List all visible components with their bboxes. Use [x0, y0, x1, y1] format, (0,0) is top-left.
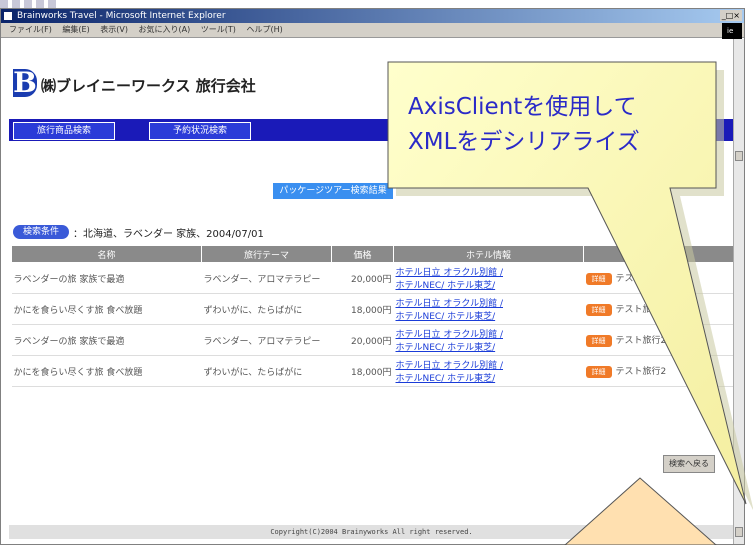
col-header-name: 名称 — [11, 245, 202, 263]
cell-theme: ラベンダー、アロマテラピー — [201, 262, 332, 294]
tour-name: テスト旅行1 — [615, 274, 667, 284]
window-controls[interactable]: _□× — [719, 10, 742, 21]
cell-name: ラベンダーの旅 家族で最適 — [11, 324, 202, 356]
table-row: かにを食らい尽くす旅 食べ放題 ずわいがに、たらばがに 18,000円 ホテル日… — [11, 293, 735, 325]
table-row: かにを食らい尽くす旅 食べ放題 ずわいがに、たらばがに 18,000円 ホテル日… — [11, 355, 735, 387]
scroll-up-button[interactable] — [735, 151, 743, 161]
cell-tour: 詳細 テスト旅行1 — [583, 293, 735, 325]
scroll-down-button[interactable] — [735, 527, 743, 537]
callout-text: AxisClientを使用して XMLをデシリアライズ — [388, 84, 714, 188]
detail-button[interactable]: 詳細 — [585, 335, 612, 347]
cell-price: 20,000円 — [331, 324, 394, 356]
detail-button[interactable]: 詳細 — [585, 273, 612, 285]
tour-name: テスト旅行2 — [615, 367, 667, 377]
table-header-row: 名称 旅行テーマ 価格 ホテル情報 ツアー — [11, 245, 735, 263]
cell-price: 18,000円 — [331, 355, 394, 387]
results-table: 名称 旅行テーマ 価格 ホテル情報 ツアー ラベンダーの旅 家族で最適 ラベンダ… — [11, 245, 735, 387]
cell-tour: 詳細 テスト旅行2 — [583, 355, 735, 387]
cell-price: 18,000円 — [331, 293, 394, 325]
detail-button[interactable]: 詳細 — [585, 304, 612, 316]
col-header-tour: ツアー — [583, 245, 735, 263]
cell-hotels: ホテル日立 オラクル別館 / ホテルNEC/ ホテル東芝/ — [393, 293, 584, 325]
col-header-hotel: ホテル情報 — [393, 245, 584, 263]
col-header-theme: 旅行テーマ — [201, 245, 332, 263]
hotel-link[interactable]: ホテルNEC/ ホテル東芝/ — [396, 312, 496, 322]
hotel-link[interactable]: ホテル日立 オラクル別館 / — [396, 361, 504, 371]
page-footer: Copyright(C)2004 Brainyworks All right r… — [9, 525, 734, 539]
detail-button[interactable]: 詳細 — [585, 366, 612, 378]
slide-decoration — [0, 0, 60, 8]
cell-theme: ラベンダー、アロマテラピー — [201, 324, 332, 356]
callout-line-1: AxisClientを使用して — [408, 94, 637, 120]
cell-hotels: ホテル日立 オラクル別館 / ホテルNEC/ ホテル東芝/ — [393, 262, 584, 294]
cell-price: 20,000円 — [331, 262, 394, 294]
hotel-link[interactable]: ホテル日立 オラクル別館 / — [396, 330, 504, 340]
ie-icon — [4, 12, 12, 20]
cell-name: かにを食らい尽くす旅 食べ放題 — [11, 293, 202, 325]
tab-travel-search[interactable]: 旅行商品検索 — [13, 122, 115, 140]
cell-hotels: ホテル日立 オラクル別館 / ホテルNEC/ ホテル東芝/ — [393, 324, 584, 356]
tour-name: テスト旅行2 — [615, 336, 667, 346]
callout-line-2: XMLをデシリアライズ — [408, 129, 640, 155]
menu-edit[interactable]: 編集(E) — [62, 25, 89, 34]
hotel-link[interactable]: ホテルNEC/ ホテル東芝/ — [396, 281, 496, 291]
hotel-link[interactable]: ホテル日立 オラクル別館 / — [396, 268, 504, 278]
menu-help[interactable]: ヘルプ(H) — [246, 25, 282, 34]
package-results-button[interactable]: パッケージツアー検索結果 — [273, 183, 393, 199]
cell-tour: 詳細 テスト旅行2 — [583, 324, 735, 356]
menu-bar: ファイル(F) 編集(E) 表示(V) お気に入り(A) ツール(T) ヘルプ(… — [1, 23, 744, 38]
cell-tour: 詳細 テスト旅行1 — [583, 262, 735, 294]
col-header-price: 価格 — [331, 245, 394, 263]
menu-favorites[interactable]: お気に入り(A) — [139, 25, 191, 34]
condition-badge: 検索条件 — [13, 225, 69, 239]
condition-text: ：北海道、ラベンダー 家族、2004/07/01 — [73, 229, 264, 240]
vertical-scrollbar[interactable] — [733, 39, 744, 544]
cell-hotels: ホテル日立 オラクル別館 / ホテルNEC/ ホテル東芝/ — [393, 355, 584, 387]
tab-reservation-search[interactable]: 予約状況検索 — [149, 122, 251, 140]
table-row: ラベンダーの旅 家族で最適 ラベンダー、アロマテラピー 20,000円 ホテル日… — [11, 324, 735, 356]
cell-name: ラベンダーの旅 家族で最適 — [11, 262, 202, 294]
table-row: ラベンダーの旅 家族で最適 ラベンダー、アロマテラピー 20,000円 ホテル日… — [11, 262, 735, 294]
hotel-link[interactable]: ホテルNEC/ ホテル東芝/ — [396, 374, 496, 384]
tour-name: テスト旅行1 — [615, 305, 667, 315]
browser-titlebar: Brainworks Travel - Microsoft Internet E… — [1, 9, 744, 23]
cell-theme: ずわいがに、たらばがに — [201, 355, 332, 387]
cell-theme: ずわいがに、たらばがに — [201, 293, 332, 325]
hotel-link[interactable]: ホテル日立 オラクル別館 / — [396, 299, 504, 309]
menu-view[interactable]: 表示(V) — [100, 25, 128, 34]
window-title: Brainworks Travel - Microsoft Internet E… — [17, 11, 226, 21]
back-to-search-button[interactable]: 検索へ戻る — [663, 455, 715, 473]
cell-name: かにを食らい尽くす旅 食べ放題 — [11, 355, 202, 387]
menu-tools[interactable]: ツール(T) — [201, 25, 236, 34]
company-logo: B — [13, 66, 37, 99]
menu-file[interactable]: ファイル(F) — [9, 25, 52, 34]
company-name: ㈱ブレイニーワークス 旅行会社 — [41, 77, 256, 95]
hotel-link[interactable]: ホテルNEC/ ホテル東芝/ — [396, 343, 496, 353]
